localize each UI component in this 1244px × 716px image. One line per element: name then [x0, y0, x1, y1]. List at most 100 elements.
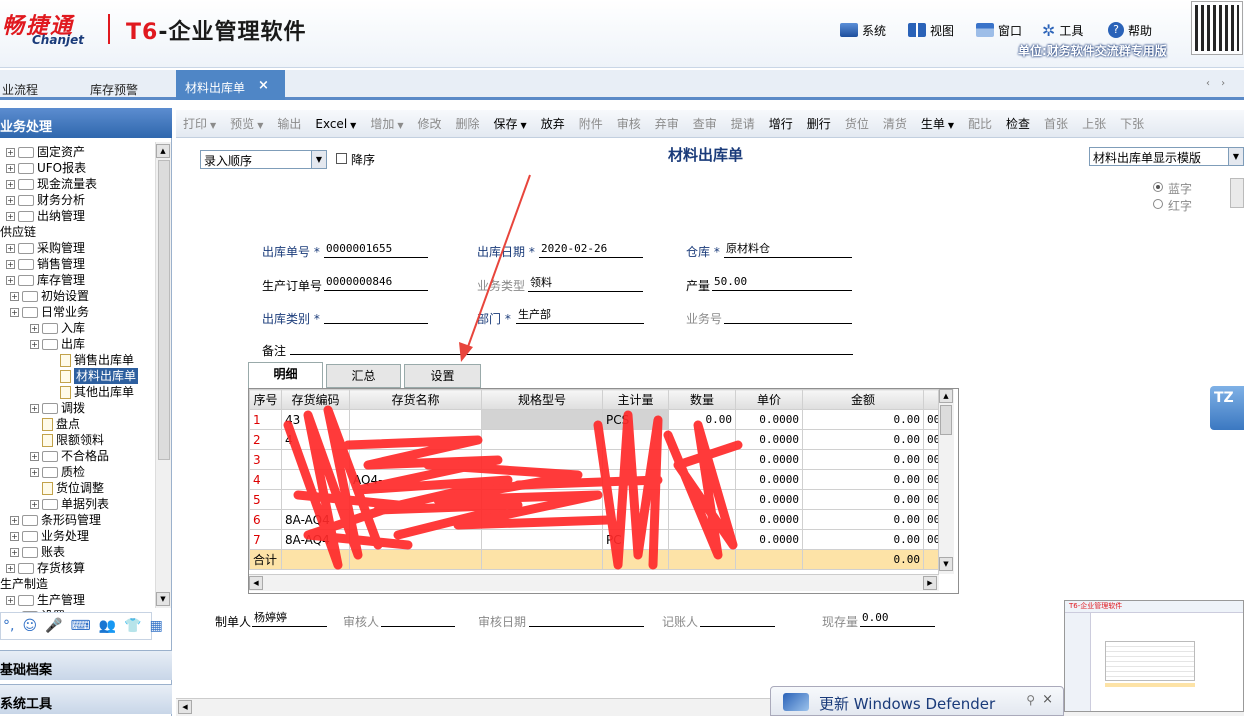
tree-node[interactable]: + UFO报表 [6, 160, 86, 176]
grid-cell[interactable] [349, 509, 482, 530]
expand-icon[interactable]: + [10, 307, 19, 317]
tree-node[interactable]: + 单据列表 [30, 496, 109, 512]
expand-icon[interactable]: + [6, 147, 15, 157]
expand-icon[interactable]: + [30, 499, 39, 509]
toolbar-button[interactable]: 修改 [410, 113, 448, 135]
windows-defender-notification[interactable]: 更新 Windows Defender ⚲ × [770, 686, 1064, 716]
expand-icon[interactable]: + [30, 339, 39, 349]
tree-node[interactable]: + 入库 [30, 320, 85, 336]
doc-no-field[interactable]: 0000001655 [324, 242, 428, 258]
grid-cell[interactable]: 1 [249, 409, 282, 430]
expand-icon[interactable]: + [6, 195, 15, 205]
tree-node[interactable]: + 财务分析 [6, 192, 85, 208]
grid-cell[interactable] [349, 409, 482, 430]
tree-node[interactable]: + 初始设置 [10, 288, 89, 304]
chevron-down-icon[interactable]: ▼ [397, 121, 403, 130]
grid-cell[interactable]: PC [602, 529, 669, 550]
grid-cell[interactable] [349, 429, 482, 450]
toolbar-button[interactable]: 弃审 [648, 113, 686, 135]
grid-column-header[interactable]: 存货编码 [281, 389, 350, 410]
scroll-thumb[interactable] [940, 405, 952, 435]
pin-icon[interactable]: ⚲ [1026, 693, 1035, 707]
expand-icon[interactable]: + [6, 275, 15, 285]
grid-cell[interactable]: 0.0000 [735, 469, 803, 490]
chevron-down-icon[interactable]: ▼ [521, 121, 527, 130]
microphone-icon[interactable]: 🎤 [45, 618, 62, 634]
expand-icon[interactable]: + [6, 595, 15, 605]
grid-column-header[interactable]: 数量 [668, 389, 736, 410]
grid-cell[interactable]: 43 [281, 409, 350, 430]
sidebar-basic-archive[interactable]: 基础档案 [0, 650, 172, 680]
chevron-down-icon[interactable]: ▼ [1228, 148, 1243, 165]
toolbar-button[interactable]: 查审 [686, 113, 724, 135]
scroll-up-icon[interactable]: ▲ [939, 389, 953, 403]
tree-node[interactable]: 限额领料 [30, 432, 104, 448]
grid-cell[interactable]: PCS [602, 409, 669, 430]
grid-cell[interactable]: 0.0000 [735, 489, 803, 510]
chevron-down-icon[interactable]: ▼ [311, 151, 326, 168]
grid-cell[interactable]: 0.0000 [735, 449, 803, 470]
close-icon[interactable]: × [1042, 692, 1053, 707]
tree-node[interactable]: + 条形码管理 [10, 512, 101, 528]
toolbar-button[interactable]: 输出 [270, 113, 308, 135]
grid-cell[interactable]: 8A-AQ4 [281, 529, 350, 550]
toolbar-button[interactable]: 增行 [762, 113, 800, 135]
scroll-thumb[interactable] [158, 160, 170, 460]
grid-cell[interactable]: 0.0000 [735, 529, 803, 550]
grid-icon[interactable]: ▦ [150, 618, 163, 634]
grid-row[interactable]: 1 43 PCS 0.00 0.0000 0.00 00 [249, 409, 945, 430]
expand-icon[interactable]: + [10, 531, 19, 541]
tree-node[interactable]: +供应链 [0, 224, 36, 240]
grid-cell[interactable] [602, 469, 669, 490]
descending-checkbox[interactable] [336, 153, 347, 164]
tree-node[interactable]: 货位调整 [30, 480, 104, 496]
toolbar-button[interactable]: 增加 ▼ [363, 113, 410, 135]
grid-cell[interactable]: 2 [249, 429, 282, 450]
toolbar-button[interactable]: 首张 [1037, 113, 1075, 135]
grid-cell[interactable] [481, 509, 603, 530]
grid-row[interactable]: 5 0.0000 0.00 00 [249, 489, 945, 510]
tree-node[interactable]: + 现金流量表 [6, 176, 97, 192]
shirt-icon[interactable]: 👕 [124, 618, 141, 634]
tree-node[interactable]: + 库存管理 [6, 272, 85, 288]
grid-row[interactable]: 3 0.0000 0.00 00 [249, 449, 945, 470]
grid-cell[interactable]: 8A-AQ4 [281, 509, 350, 530]
scroll-down-icon[interactable]: ▼ [156, 592, 170, 606]
toolbar-button[interactable]: Excel ▼ [308, 113, 363, 135]
grid-cell[interactable] [281, 449, 350, 470]
radio-blue[interactable] [1153, 182, 1163, 192]
chevron-down-icon[interactable]: ▼ [948, 121, 954, 130]
expand-icon[interactable]: + [6, 243, 15, 253]
tab-detail[interactable]: 明细 [248, 362, 323, 389]
grid-row[interactable]: 2 4 0.0000 0.00 00 [249, 429, 945, 450]
toolbar-button[interactable]: 下张 [1113, 113, 1151, 135]
grid-cell[interactable] [281, 469, 350, 490]
keyboard-icon[interactable]: ⌨ [71, 618, 91, 634]
grid-row[interactable]: 7 8A-AQ4 PC 0.0000 0.00 00 [249, 529, 945, 550]
grid-column-header[interactable]: 主计量 [602, 389, 669, 410]
menu-tools[interactable]: ✲ 工具 [1042, 20, 1083, 40]
grid-cell[interactable]: 0.00 [802, 409, 924, 430]
tree-node[interactable]: + 账表 [10, 544, 65, 560]
category-field[interactable] [324, 308, 428, 324]
grid-cell[interactable]: 7 [249, 529, 282, 550]
menu-system[interactable]: 系统 [840, 20, 886, 40]
grid-cell[interactable] [481, 429, 603, 450]
tree-node[interactable]: + 销售管理 [6, 256, 85, 272]
chevron-down-icon[interactable]: ▼ [257, 121, 263, 130]
toolbar-button[interactable]: 生单 ▼ [914, 113, 961, 135]
tree-node[interactable]: 其他出库单 [48, 384, 134, 400]
smile-icon[interactable]: ☺ [22, 618, 37, 634]
warehouse-field[interactable]: 原材料仓 [724, 242, 852, 258]
grid-cell[interactable] [481, 449, 603, 470]
grid-cell[interactable]: 0.00 [802, 509, 924, 530]
grid-cell[interactable]: AQ4- [349, 469, 482, 490]
grid-cell[interactable] [281, 489, 350, 510]
tab-summary[interactable]: 汇总 [326, 364, 401, 388]
remark-field[interactable] [290, 339, 853, 355]
expand-icon[interactable]: + [6, 259, 15, 269]
tree-node[interactable]: + 采购管理 [6, 240, 85, 256]
grid-vertical-scrollbar[interactable]: ▲ ▼ [938, 389, 954, 574]
toolbar-button[interactable]: 配比 [961, 113, 999, 135]
tree-node[interactable]: 销售出库单 [48, 352, 134, 368]
